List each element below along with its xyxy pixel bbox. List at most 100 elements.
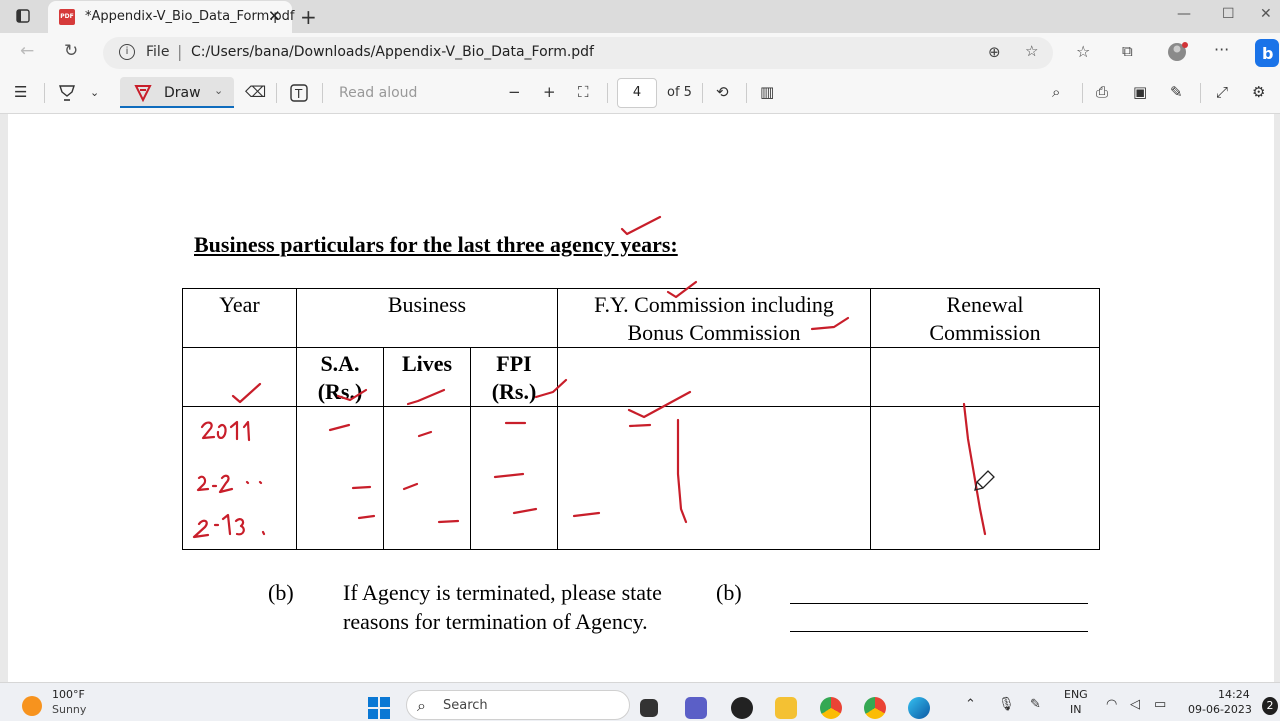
chrome-app-icon[interactable] [820, 697, 842, 719]
address-url[interactable]: C:/Users/bana/Downloads/Appendix-V_Bio_D… [191, 44, 594, 60]
ink-vertical-line [962, 402, 987, 536]
draw-label: Draw [164, 85, 201, 101]
page-count: of 5 [667, 85, 692, 100]
chrome-app-icon[interactable] [864, 697, 886, 719]
ink-check [336, 388, 368, 402]
eraser-icon[interactable]: ⌫ [245, 83, 266, 101]
clock-time[interactable]: 14:24 [1218, 688, 1250, 701]
ink-dash [628, 423, 652, 428]
terminal-app-icon[interactable] [640, 699, 658, 717]
ink-dash [493, 472, 525, 479]
pdf-file-icon: PDF [59, 9, 75, 25]
teams-app-icon[interactable] [685, 697, 707, 719]
divider [1082, 83, 1083, 103]
wifi-icon[interactable]: ◠ [1106, 697, 1117, 712]
pdf-toolbar: ☰ ⌄ Draw ⌄ ⌫ T Read aloud − + ⛶ 4 of 5 ⟲… [0, 73, 1280, 114]
refresh-icon[interactable]: ↻ [64, 41, 78, 61]
ink-dash [328, 423, 351, 432]
save-icon[interactable]: ▣ [1133, 83, 1147, 101]
pencil-cursor-icon [974, 470, 995, 491]
taskbar-search[interactable]: ⌕ Search [406, 690, 630, 720]
ink-dash [357, 514, 376, 520]
rotate-icon[interactable]: ⟲ [716, 83, 729, 101]
tab-actions-icon[interactable] [16, 9, 30, 23]
language-region[interactable]: IN [1070, 703, 1081, 716]
draw-pen-icon [134, 85, 152, 102]
profile-avatar[interactable] [1166, 41, 1190, 65]
weather-condition[interactable]: Sunny [52, 703, 86, 716]
divider [276, 83, 277, 103]
zoom-in-icon[interactable]: + [543, 83, 556, 101]
more-menu-icon[interactable]: ··· [1214, 40, 1229, 59]
bing-icon[interactable]: b [1255, 39, 1279, 67]
svg-text:T: T [294, 87, 303, 101]
favorites-icon[interactable]: ☆ [1076, 42, 1090, 61]
print-icon[interactable]: ⎙ [1096, 83, 1108, 101]
divider [607, 83, 608, 103]
highlight-icon[interactable] [58, 84, 76, 102]
language-indicator[interactable]: ENG [1064, 688, 1088, 701]
minimize-icon[interactable]: — [1177, 6, 1191, 22]
windows-taskbar: 100°F Sunny ⌕ Search ⌃ 🎙 ✎ ENG IN ◠ ◁ ▭ … [0, 682, 1280, 721]
add-favorite-icon[interactable]: ☆ [1025, 42, 1038, 60]
open-external-icon[interactable]: ⤢ [1216, 83, 1228, 101]
draw-button[interactable]: Draw ⌄ [120, 77, 234, 108]
ink-check [627, 390, 692, 419]
save-as-icon[interactable]: ✎ [1170, 83, 1183, 101]
back-arrow-icon[interactable]: ← [20, 41, 34, 61]
pen-icon[interactable]: ✎ [1030, 697, 1041, 712]
address-separator: | [177, 42, 183, 61]
search-label: Search [443, 698, 488, 713]
zoom-out-icon[interactable]: − [508, 83, 521, 101]
ink-check [534, 378, 568, 399]
ink-year-2021 [200, 420, 251, 442]
chevron-up-icon[interactable]: ⌃ [965, 697, 976, 712]
divider [44, 83, 45, 103]
tab-close-icon[interactable]: ✕ [268, 7, 281, 25]
zoom-icon[interactable]: ⊕ [988, 43, 1001, 61]
ink-annotations[interactable] [8, 114, 1274, 682]
windows-start-icon[interactable] [368, 697, 390, 719]
battery-icon[interactable]: ▭ [1154, 697, 1166, 712]
browser-title-bar: PDF *Appendix-V_Bio_Data_Form.pdf ✕ + — … [0, 0, 1280, 33]
weather-temperature[interactable]: 100°F [52, 688, 85, 701]
window-close-icon[interactable]: ✕ [1260, 6, 1272, 22]
page-view-icon[interactable]: ▥ [760, 83, 774, 101]
weather-sun-icon[interactable] [22, 696, 42, 716]
notification-badge[interactable]: 2 [1262, 697, 1278, 715]
settings-gear-icon[interactable]: ⚙ [1252, 83, 1265, 101]
divider [322, 83, 323, 103]
chevron-down-icon[interactable]: ⌄ [214, 84, 223, 97]
search-icon[interactable]: ⌕ [1052, 83, 1060, 101]
ink-dash [402, 482, 419, 491]
microphone-icon[interactable]: 🎙 [998, 697, 1015, 712]
edge-app-icon[interactable] [908, 697, 930, 719]
ink-year-2020 [196, 474, 263, 494]
new-tab-button[interactable]: + [300, 5, 317, 29]
add-text-icon[interactable]: T [290, 84, 308, 102]
address-bar[interactable]: i File | C:/Users/bana/Downloads/Appendi… [103, 37, 1053, 69]
fit-page-icon[interactable]: ⛶ [578, 83, 589, 101]
ink-dash [351, 485, 372, 490]
github-app-icon[interactable] [731, 697, 753, 719]
maximize-icon[interactable]: ☐ [1222, 6, 1235, 22]
collections-icon[interactable]: ⧉ [1122, 42, 1133, 60]
volume-icon[interactable]: ◁ [1130, 697, 1140, 712]
address-prefix: File [146, 44, 170, 60]
contents-icon[interactable]: ☰ [14, 83, 27, 101]
ink-check [231, 382, 262, 404]
ink-year-2019 [192, 513, 266, 539]
svg-text:b: b [1262, 44, 1273, 63]
info-icon[interactable]: i [119, 44, 135, 60]
read-aloud-button[interactable]: Read aloud [339, 85, 417, 101]
page-number-input[interactable]: 4 [617, 78, 657, 108]
divider [746, 83, 747, 103]
browser-tab-active[interactable]: PDF *Appendix-V_Bio_Data_Form.pdf ✕ [48, 1, 295, 33]
file-explorer-icon[interactable] [775, 697, 797, 719]
pdf-viewer[interactable]: Business particulars for the last three … [0, 114, 1280, 682]
divider [702, 83, 703, 103]
pdf-page[interactable]: Business particulars for the last three … [8, 114, 1274, 682]
clock-date[interactable]: 09-06-2023 [1188, 703, 1252, 716]
chevron-down-icon[interactable]: ⌄ [90, 86, 99, 99]
ink-check [810, 316, 850, 331]
